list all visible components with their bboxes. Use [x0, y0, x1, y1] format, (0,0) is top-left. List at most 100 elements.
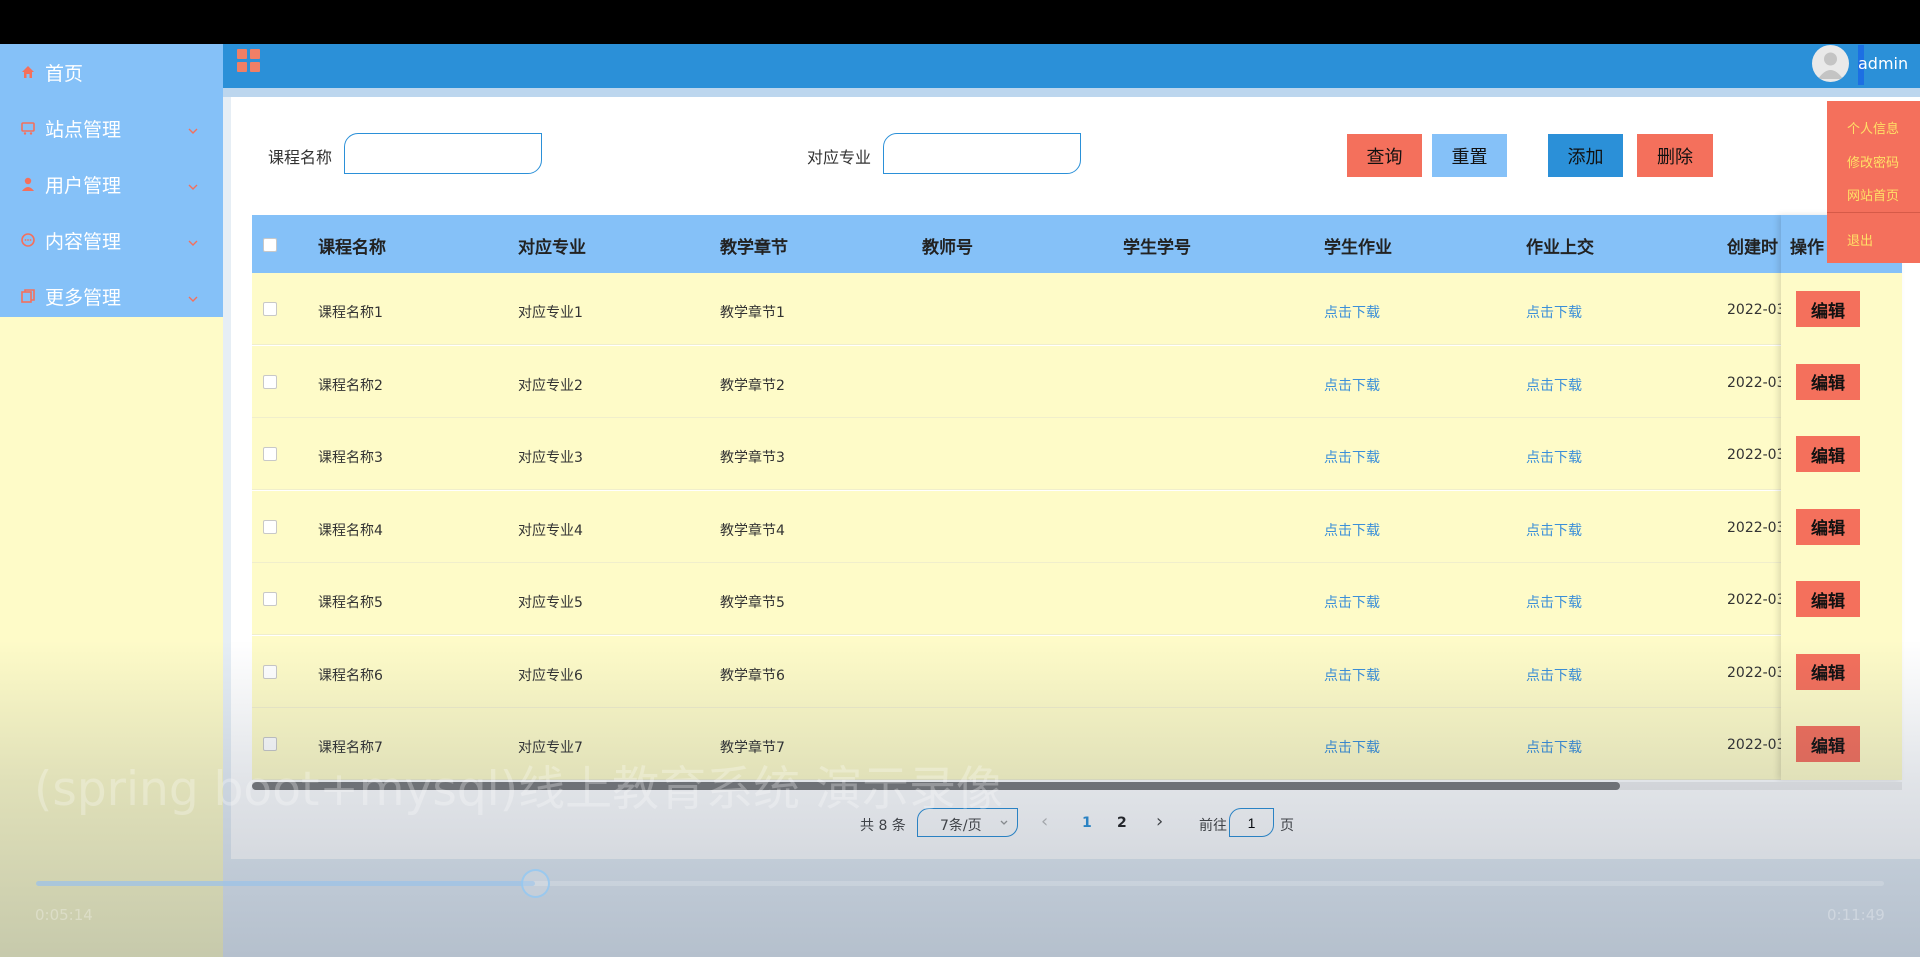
submission-download-link[interactable]: 点击下载 — [1526, 302, 1582, 322]
submission-download-link[interactable]: 点击下载 — [1526, 520, 1582, 540]
copy-icon — [20, 288, 36, 304]
table-row: 课程名称5 对应专业5 教学章节5 点击下载 点击下载 2022-03- — [252, 563, 1902, 635]
homework-download-link[interactable]: 点击下载 — [1324, 665, 1380, 685]
major-label: 对应专业 — [807, 148, 872, 167]
page-size-select[interactable]: 7条/页 — [917, 808, 1018, 837]
row-checkbox[interactable] — [263, 374, 277, 389]
avatar[interactable] — [1812, 45, 1849, 82]
video-progress-track[interactable] — [36, 869, 1884, 898]
row-checkbox[interactable] — [263, 664, 277, 679]
reset-button[interactable]: 重置 — [1432, 134, 1507, 177]
table-scrollbar[interactable] — [252, 782, 1902, 790]
cart-icon — [20, 120, 36, 136]
row-checkbox[interactable] — [263, 737, 277, 751]
next-page-button[interactable]: › — [1156, 811, 1163, 832]
homework-download-link[interactable]: 点击下载 — [1324, 447, 1380, 467]
course-name-input[interactable] — [344, 133, 542, 174]
prev-page-button[interactable]: ‹ — [1041, 811, 1048, 832]
edit-button[interactable]: 编辑 — [1796, 726, 1860, 762]
edit-button[interactable]: 编辑 — [1796, 291, 1860, 327]
sidebar-item-more[interactable]: 更多管理 — [0, 268, 223, 324]
col-submission[interactable]: 作业上交 — [1526, 233, 1594, 258]
edit-button[interactable]: 编辑 — [1796, 508, 1860, 545]
submission-download-link[interactable]: 点击下载 — [1526, 375, 1582, 395]
submission-download-link[interactable]: 点击下载 — [1526, 665, 1582, 685]
select-all-checkbox[interactable] — [263, 238, 277, 252]
col-homework[interactable]: 学生作业 — [1324, 233, 1392, 258]
cell-chapter: 教学章节1 — [720, 305, 785, 321]
cell-chapter: 教学章节4 — [720, 522, 785, 539]
homework-download-link[interactable]: 点击下载 — [1324, 375, 1380, 395]
col-teacher-id[interactable]: 教师号 — [922, 233, 973, 258]
grid-menu-icon[interactable] — [237, 49, 260, 72]
table-row: 课程名称2 对应专业2 教学章节2 点击下载 点击下载 2022-03- — [252, 345, 1902, 418]
col-major[interactable]: 对应专业 — [518, 233, 586, 258]
table-row: 课程名称4 对应专业4 教学章节4 点击下载 点击下载 2022-03- — [252, 490, 1902, 563]
cell-course-name: 课程名称3 — [318, 450, 383, 466]
sidebar-item-site[interactable]: 站点管理 — [0, 100, 223, 156]
col-course-name[interactable]: 课程名称 — [318, 233, 386, 258]
table-row: 课程名称1 对应专业1 教学章节1 点击下载 点击下载 2022-03- — [252, 273, 1902, 345]
homework-download-link[interactable]: 点击下载 — [1324, 592, 1380, 612]
username[interactable]: admin — [1858, 54, 1908, 73]
user-dropdown-menu: 个人信息 修改密码 网站首页 退出 — [1827, 101, 1920, 263]
edit-button[interactable]: 编辑 — [1796, 436, 1860, 472]
row-checkbox[interactable] — [263, 302, 277, 316]
edit-button[interactable]: 编辑 — [1796, 363, 1860, 400]
major-input[interactable] — [883, 133, 1081, 174]
col-student-id[interactable]: 学生学号 — [1123, 233, 1191, 258]
submission-download-link[interactable]: 点击下载 — [1526, 737, 1582, 757]
cell-chapter: 教学章节2 — [720, 377, 785, 394]
menu-item-profile[interactable]: 个人信息 — [1847, 118, 1899, 137]
table-row: 课程名称6 对应专业6 教学章节6 点击下载 点击下载 2022-03- — [252, 635, 1902, 708]
operations-column: 操作 编辑 编辑 编辑 编辑 编辑 编辑 编辑 — [1781, 215, 1902, 780]
menu-item-site-home[interactable]: 网站首页 — [1847, 185, 1899, 204]
cell-course-name: 课程名称7 — [318, 740, 383, 756]
row-checkbox[interactable] — [263, 447, 277, 461]
homework-download-link[interactable]: 点击下载 — [1324, 302, 1380, 322]
cell-chapter: 教学章节3 — [720, 450, 785, 466]
video-total-time: 0:11:49 — [1827, 906, 1885, 924]
submission-download-link[interactable]: 点击下载 — [1526, 592, 1582, 612]
edit-button[interactable]: 编辑 — [1796, 653, 1860, 690]
page-1-button[interactable]: 1 — [1082, 815, 1092, 831]
submission-download-link[interactable]: 点击下载 — [1526, 447, 1582, 467]
cell-major: 对应专业7 — [518, 740, 583, 756]
add-button[interactable]: 添加 — [1548, 134, 1623, 177]
homework-download-link[interactable]: 点击下载 — [1324, 520, 1380, 540]
sidebar-item-users[interactable]: 用户管理 — [0, 156, 223, 212]
cell-chapter: 教学章节6 — [720, 667, 785, 684]
scrollbar-thumb[interactable] — [252, 782, 1620, 790]
app-window: 首页 站点管理 用户管理 内容管理 更多管理 admin 课程名称 对应专业 查… — [0, 0, 1920, 957]
sidebar-item-label: 更多管理 — [45, 286, 122, 309]
page-2-button[interactable]: 2 — [1117, 815, 1127, 831]
col-created[interactable]: 创建时 — [1727, 233, 1778, 258]
cell-major: 对应专业5 — [518, 595, 583, 611]
menu-item-logout[interactable]: 退出 — [1847, 230, 1873, 249]
cell-major: 对应专业3 — [518, 450, 583, 466]
page-size-value: 7条/页 — [940, 818, 982, 834]
cell-chapter: 教学章节5 — [720, 595, 785, 611]
chevron-down-icon — [186, 177, 200, 191]
menu-item-change-password[interactable]: 修改密码 — [1847, 152, 1899, 171]
user-icon — [20, 176, 36, 192]
video-progress-fill — [36, 881, 535, 886]
video-seek-handle[interactable] — [520, 869, 550, 898]
cell-major: 对应专业6 — [518, 667, 583, 684]
cell-course-name: 课程名称2 — [318, 377, 383, 394]
homework-download-link[interactable]: 点击下载 — [1324, 737, 1380, 757]
sidebar-item-content[interactable]: 内容管理 — [0, 212, 223, 268]
sidebar-item-home[interactable]: 首页 — [0, 44, 223, 100]
query-button[interactable]: 查询 — [1347, 134, 1422, 177]
table-header: 课程名称 对应专业 教学章节 教师号 学生学号 学生作业 作业上交 创建时 — [252, 215, 1902, 273]
col-chapter[interactable]: 教学章节 — [720, 233, 788, 258]
goto-suffix: 页 — [1280, 818, 1294, 834]
delete-button[interactable]: 删除 — [1637, 134, 1713, 177]
edit-button[interactable]: 编辑 — [1796, 581, 1860, 617]
goto-page-input[interactable] — [1229, 808, 1274, 837]
row-checkbox[interactable] — [263, 519, 277, 534]
home-icon — [20, 64, 36, 80]
sidebar-menu: 首页 站点管理 用户管理 内容管理 更多管理 — [0, 44, 223, 317]
row-checkbox[interactable] — [263, 592, 277, 606]
cell-major: 对应专业1 — [518, 305, 583, 321]
